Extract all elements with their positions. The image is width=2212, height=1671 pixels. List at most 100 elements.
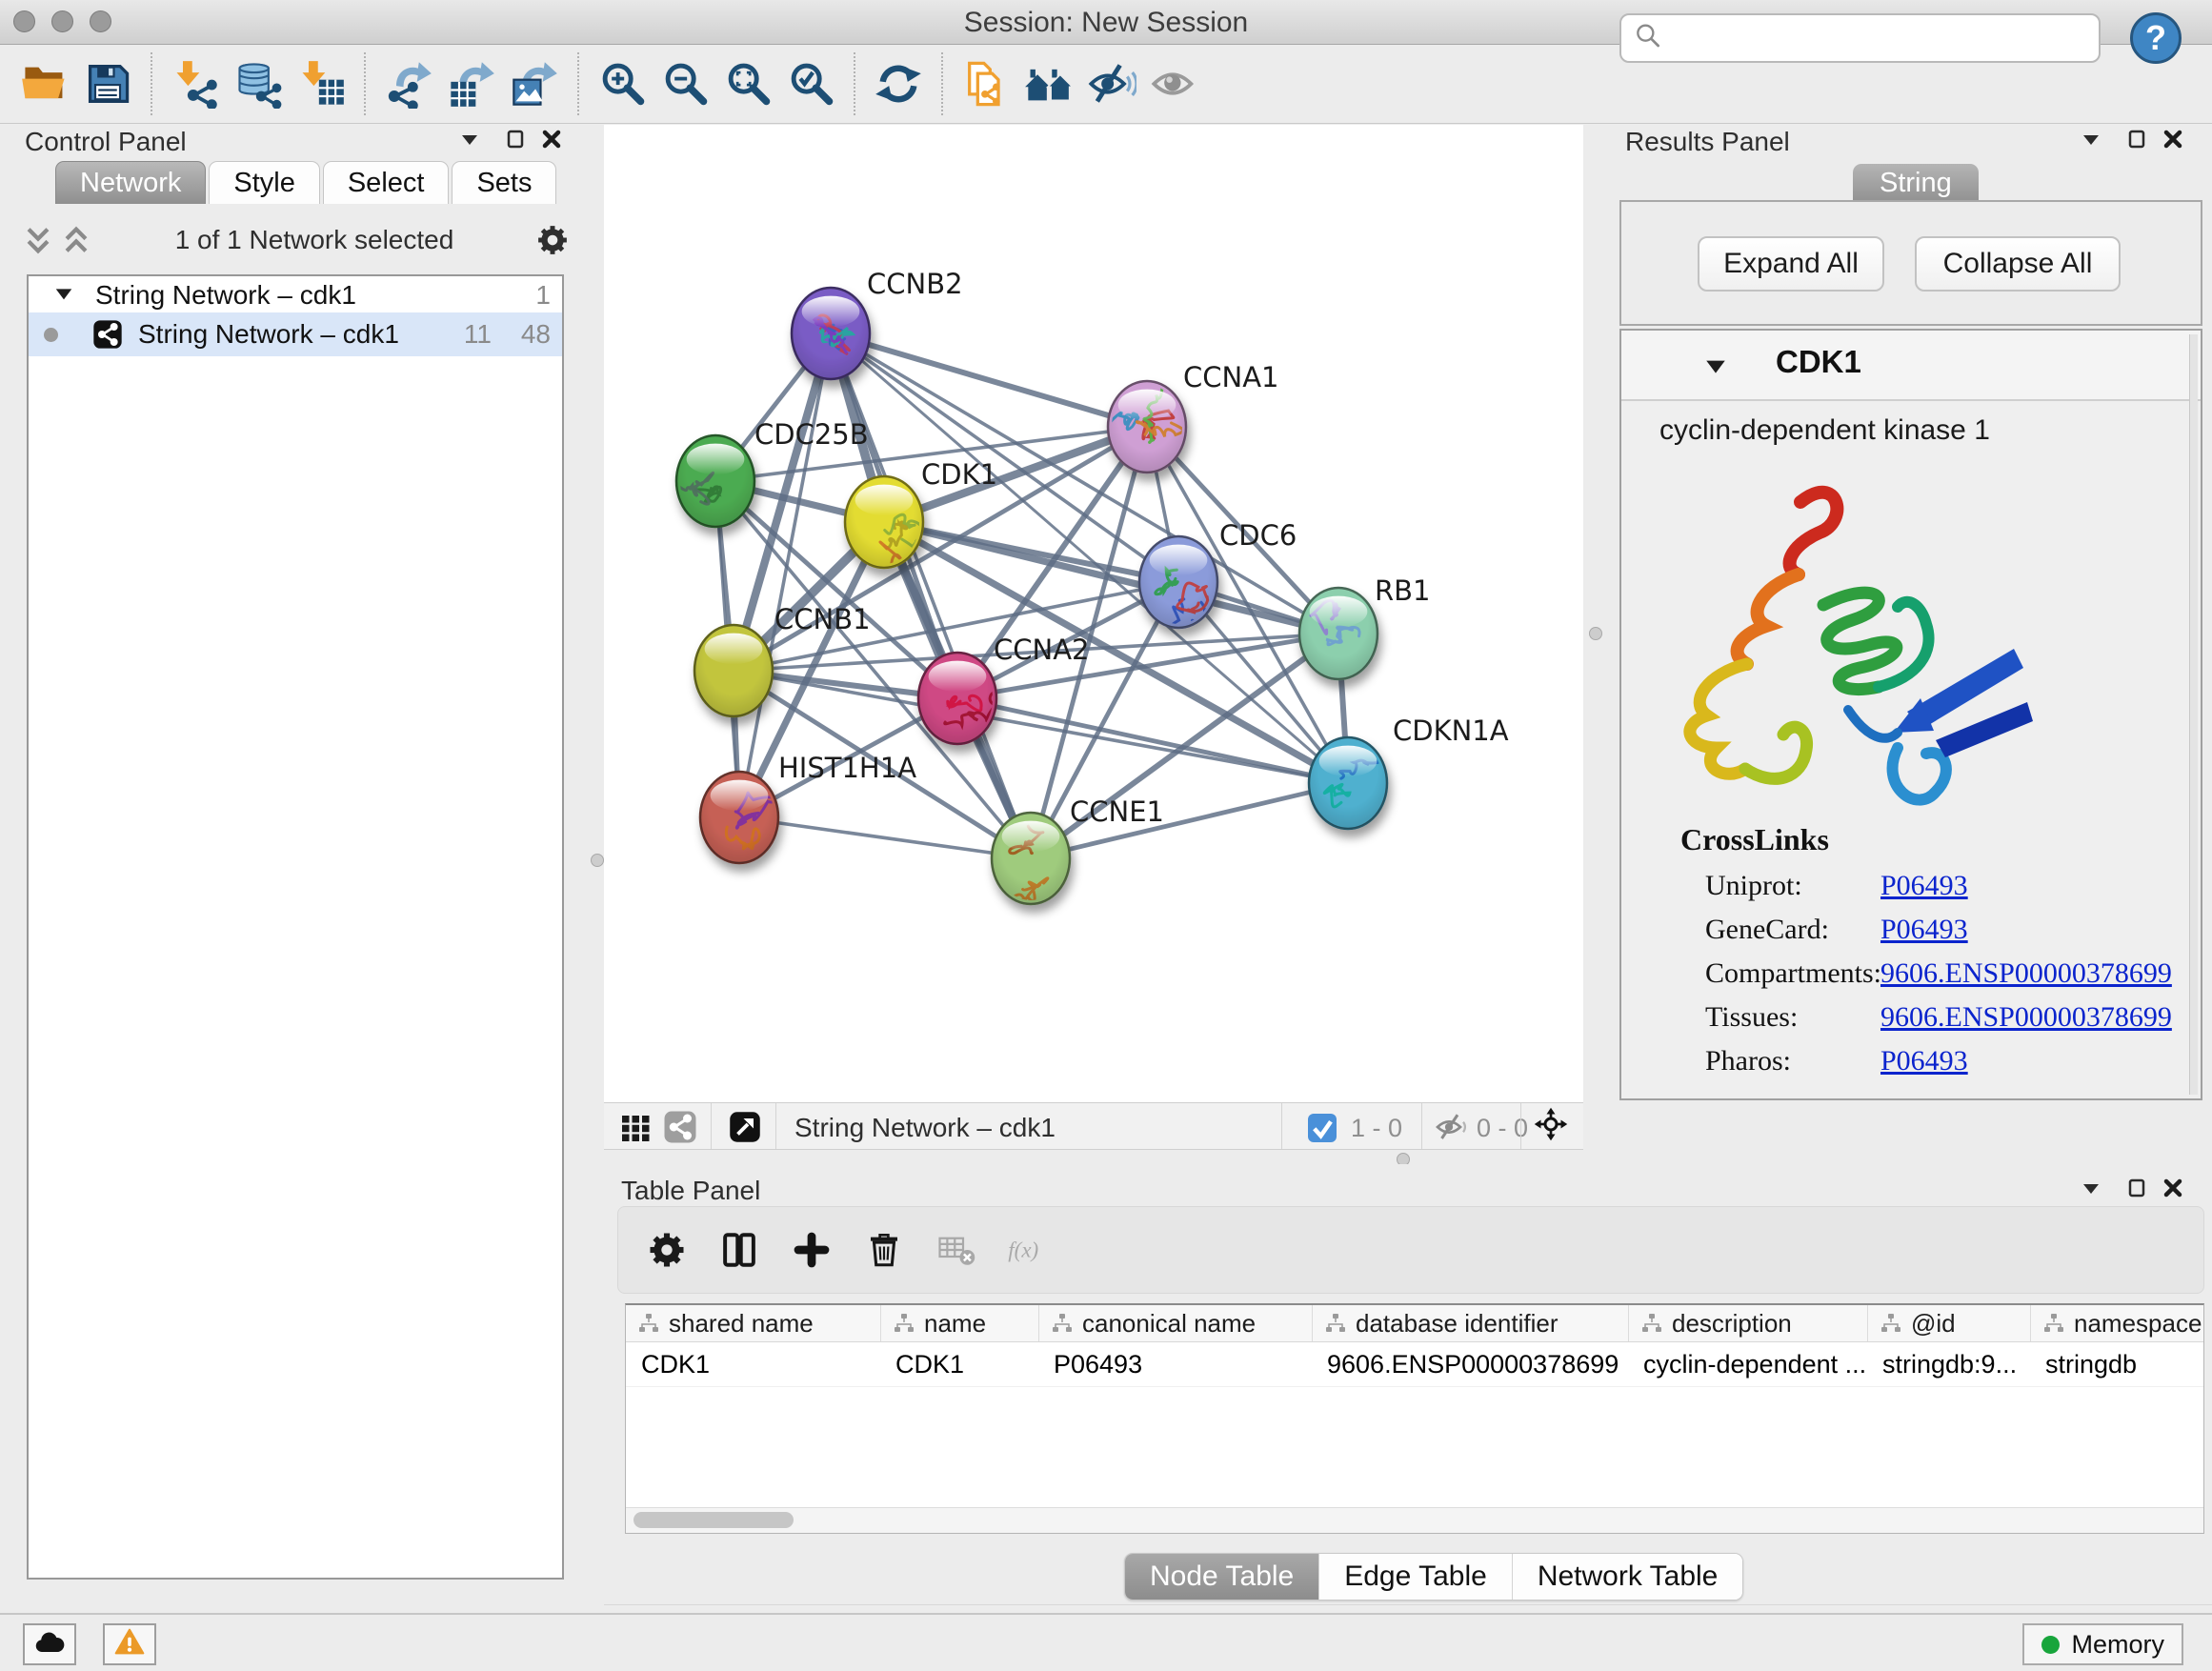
column-header-canonical-name[interactable]: canonical name bbox=[1038, 1305, 1312, 1341]
network-node-CCNB2[interactable] bbox=[792, 288, 870, 379]
hide-selected-icon[interactable] bbox=[1080, 52, 1143, 115]
close-panel-icon[interactable] bbox=[2159, 127, 2187, 155]
column-header-database-identifier[interactable]: database identifier bbox=[1312, 1305, 1628, 1341]
crosslink-link[interactable]: 9606.ENSP00000378699 bbox=[1880, 1001, 2172, 1034]
refresh-layout-icon[interactable] bbox=[867, 52, 930, 115]
trash-icon[interactable] bbox=[862, 1228, 906, 1272]
collapse-all-button[interactable]: Collapse All bbox=[1915, 236, 2121, 292]
search-input[interactable] bbox=[1663, 22, 2099, 54]
open-session-icon[interactable] bbox=[13, 52, 76, 115]
tab-network[interactable]: Network bbox=[55, 161, 206, 204]
tab-sets[interactable]: Sets bbox=[452, 161, 556, 204]
toolbar-separator bbox=[577, 52, 579, 115]
float-panel-icon[interactable] bbox=[2122, 1176, 2151, 1204]
float-panel-icon[interactable] bbox=[501, 127, 530, 155]
table-hscrollbar-thumb[interactable] bbox=[633, 1512, 794, 1528]
network-node-CDC6[interactable] bbox=[1139, 536, 1217, 632]
crosslink-row: Compartments:9606.ENSP00000378699 bbox=[1621, 952, 2201, 996]
fit-selected-crosshair-icon[interactable] bbox=[1534, 1107, 1574, 1147]
column-type-icon bbox=[1324, 1312, 1347, 1335]
grid-view-icon[interactable] bbox=[619, 1110, 654, 1144]
column-header-shared-name[interactable]: shared name bbox=[626, 1305, 880, 1341]
crosslink-link[interactable]: P06493 bbox=[1880, 870, 1968, 902]
zoom-in-icon[interactable] bbox=[591, 52, 654, 115]
toolbar-divider bbox=[1520, 1103, 1521, 1149]
right-splitter-handle[interactable] bbox=[1589, 627, 1602, 640]
column-header-description[interactable]: description bbox=[1628, 1305, 1867, 1341]
network-options-gear-icon[interactable] bbox=[533, 221, 572, 259]
open-in-window-icon[interactable] bbox=[728, 1110, 762, 1144]
crosslink-link[interactable]: P06493 bbox=[1880, 1045, 1968, 1077]
tab-style[interactable]: Style bbox=[209, 161, 319, 204]
network-node-CCNA2[interactable] bbox=[918, 653, 996, 744]
settings-icon[interactable] bbox=[645, 1228, 689, 1272]
column-header-namespace[interactable]: namespace bbox=[2030, 1305, 2212, 1341]
protein-section-header[interactable]: CDK1 bbox=[1621, 331, 2201, 401]
cloud-button[interactable] bbox=[23, 1623, 76, 1665]
help-button[interactable]: ? bbox=[2130, 12, 2182, 64]
node-label-CCNA2: CCNA2 bbox=[994, 634, 1089, 666]
panel-menu-caret-icon[interactable] bbox=[2077, 127, 2105, 155]
network-node-CDKN1A[interactable] bbox=[1309, 737, 1393, 829]
export-network-icon[interactable] bbox=[377, 52, 440, 115]
column-header--id[interactable]: @id bbox=[1867, 1305, 2030, 1341]
tab-select[interactable]: Select bbox=[323, 161, 450, 204]
import-network-icon[interactable] bbox=[164, 52, 227, 115]
columns-icon[interactable] bbox=[717, 1228, 761, 1272]
close-panel-icon[interactable] bbox=[537, 127, 566, 155]
show-all-icon bbox=[1143, 52, 1206, 115]
panel-menu-caret-icon[interactable] bbox=[455, 127, 484, 155]
network-collection-row[interactable]: String Network – cdk1 1 bbox=[29, 276, 562, 312]
expand-all-button[interactable]: Expand All bbox=[1698, 236, 1884, 292]
left-splitter-handle[interactable] bbox=[591, 854, 604, 867]
node-label-CDKN1A: CDKN1A bbox=[1393, 715, 1509, 747]
selected-checkbox-icon[interactable] bbox=[1305, 1111, 1337, 1143]
tab-node-table[interactable]: Node Table bbox=[1125, 1554, 1318, 1600]
tab-edge-table[interactable]: Edge Table bbox=[1318, 1554, 1512, 1600]
hidden-eye-icon[interactable] bbox=[1435, 1110, 1469, 1144]
node-label-CCNE1: CCNE1 bbox=[1070, 795, 1164, 828]
network-node-CCNA1[interactable] bbox=[1104, 381, 1186, 473]
network-edge[interactable] bbox=[831, 333, 1147, 427]
close-panel-icon[interactable] bbox=[2159, 1176, 2187, 1204]
network-edge[interactable] bbox=[739, 333, 831, 817]
import-table-icon[interactable] bbox=[290, 52, 352, 115]
crosslink-link[interactable]: 9606.ENSP00000378699 bbox=[1880, 957, 2172, 990]
memory-button[interactable]: Memory bbox=[2022, 1623, 2183, 1665]
table-row[interactable]: CDK1CDK1P064939606.ENSP00000378699cyclin… bbox=[626, 1342, 2203, 1387]
network-node-CCNE1[interactable] bbox=[992, 813, 1070, 904]
tab-network-table[interactable]: Network Table bbox=[1512, 1554, 1743, 1600]
zoom-out-icon[interactable] bbox=[654, 52, 716, 115]
column-header-name[interactable]: name bbox=[880, 1305, 1038, 1341]
network-node-HIST1H1A[interactable] bbox=[700, 772, 778, 863]
results-scrollbar[interactable] bbox=[2189, 334, 2198, 1095]
search-box[interactable] bbox=[1619, 13, 2101, 63]
import-database-icon[interactable] bbox=[227, 52, 290, 115]
float-panel-icon[interactable] bbox=[2122, 127, 2151, 155]
share-network-icon[interactable] bbox=[663, 1110, 697, 1144]
copy-network-icon[interactable] bbox=[955, 52, 1017, 115]
network-edge[interactable] bbox=[739, 817, 1031, 858]
zoom-selected-icon[interactable] bbox=[779, 52, 842, 115]
tab-string[interactable]: String bbox=[1853, 164, 1979, 202]
panel-menu-caret-icon[interactable] bbox=[2077, 1176, 2105, 1204]
export-image-icon[interactable] bbox=[503, 52, 566, 115]
crosslink-link[interactable]: P06493 bbox=[1880, 914, 1968, 946]
expand-all-icon[interactable] bbox=[57, 221, 95, 259]
zoom-fit-icon[interactable] bbox=[716, 52, 779, 115]
network-node-RB1[interactable] bbox=[1299, 588, 1377, 679]
network-node-CDC25B[interactable] bbox=[676, 435, 754, 527]
save-session-icon[interactable] bbox=[76, 52, 139, 115]
add-row-icon[interactable] bbox=[790, 1228, 834, 1272]
divider bbox=[604, 1604, 2212, 1605]
collection-caret-icon[interactable] bbox=[53, 280, 74, 311]
toolbar-separator bbox=[364, 52, 366, 115]
home-pair-icon[interactable] bbox=[1017, 52, 1080, 115]
network-node-CCNB1[interactable] bbox=[694, 625, 773, 716]
collapse-all-icon[interactable] bbox=[19, 221, 57, 259]
export-table-icon[interactable] bbox=[440, 52, 503, 115]
network-row-selected[interactable]: String Network – cdk1 11 48 bbox=[29, 312, 562, 356]
network-canvas[interactable]: CCNB2CCNA1CDC25BCDK1CDC6RB1CCNB1CCNA2CDK… bbox=[604, 125, 1583, 1102]
warnings-button[interactable] bbox=[103, 1623, 156, 1665]
section-caret-icon[interactable] bbox=[1703, 353, 1728, 378]
